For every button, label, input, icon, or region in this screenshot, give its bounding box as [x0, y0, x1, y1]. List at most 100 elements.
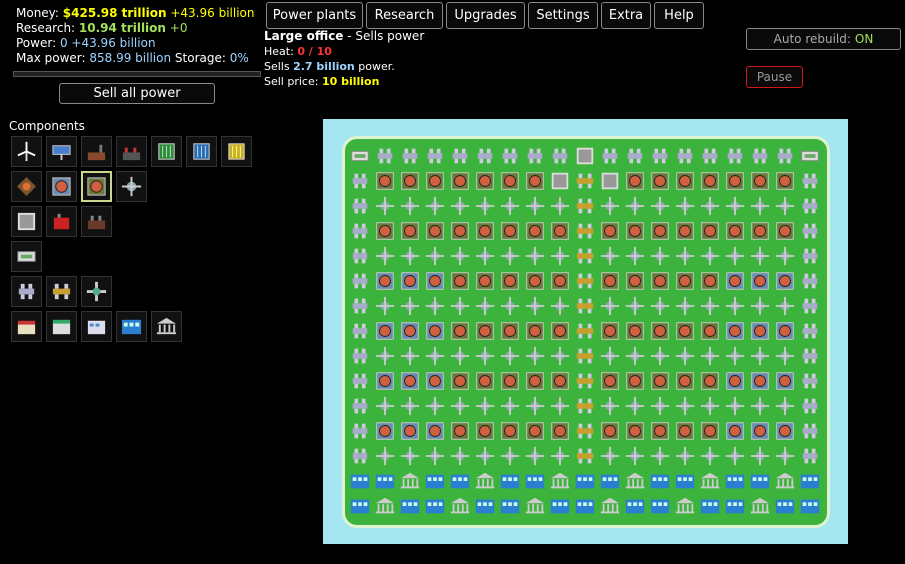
board-cell[interactable]: [574, 170, 596, 192]
board-cell[interactable]: [674, 245, 696, 267]
board-cell[interactable]: [624, 270, 646, 292]
board-cell[interactable]: [774, 245, 796, 267]
board-cell[interactable]: [724, 295, 746, 317]
board-cell[interactable]: [399, 445, 421, 467]
board-cell[interactable]: [724, 270, 746, 292]
component-slot-solar-panel[interactable]: [46, 136, 77, 167]
board-cell[interactable]: [549, 445, 571, 467]
board-cell[interactable]: [499, 270, 521, 292]
board-cell[interactable]: [549, 345, 571, 367]
board-cell[interactable]: [624, 495, 646, 517]
board-cell[interactable]: [724, 145, 746, 167]
board-cell[interactable]: [649, 470, 671, 492]
board-cell[interactable]: [774, 345, 796, 367]
board-cell[interactable]: [774, 295, 796, 317]
tab-extra[interactable]: Extra: [601, 2, 651, 29]
board-cell[interactable]: [549, 145, 571, 167]
board-cell[interactable]: [424, 495, 446, 517]
board-cell[interactable]: [399, 320, 421, 342]
board-cell[interactable]: [649, 320, 671, 342]
board-cell[interactable]: [799, 395, 821, 417]
board-cell[interactable]: [699, 195, 721, 217]
board-cell[interactable]: [499, 470, 521, 492]
board-cell[interactable]: [474, 495, 496, 517]
board-cell[interactable]: [499, 245, 521, 267]
board-cell[interactable]: [499, 220, 521, 242]
board-cell[interactable]: [474, 420, 496, 442]
board-cell[interactable]: [549, 320, 571, 342]
board-cell[interactable]: [349, 145, 371, 167]
board-cell[interactable]: [599, 420, 621, 442]
board-cell[interactable]: [799, 370, 821, 392]
board-cell[interactable]: [649, 195, 671, 217]
auto-rebuild-toggle[interactable]: Auto rebuild: ON: [746, 28, 901, 50]
board-cell[interactable]: [524, 220, 546, 242]
board-cell[interactable]: [774, 170, 796, 192]
board-cell[interactable]: [549, 395, 571, 417]
board-cell[interactable]: [524, 345, 546, 367]
board-cell[interactable]: [599, 445, 621, 467]
component-slot-sign[interactable]: [11, 241, 42, 272]
board-cell[interactable]: [349, 295, 371, 317]
component-slot-small-office[interactable]: [46, 311, 77, 342]
board-cell[interactable]: [424, 145, 446, 167]
board-cell[interactable]: [374, 445, 396, 467]
board-cell[interactable]: [349, 495, 371, 517]
board-cell[interactable]: [699, 370, 721, 392]
board-cell[interactable]: [774, 445, 796, 467]
board-cell[interactable]: [399, 395, 421, 417]
board-cell[interactable]: [349, 420, 371, 442]
board-cell[interactable]: [349, 170, 371, 192]
board-cell[interactable]: [749, 320, 771, 342]
board-cell[interactable]: [524, 395, 546, 417]
board-cell[interactable]: [724, 470, 746, 492]
tab-power-plants[interactable]: Power plants: [266, 2, 363, 29]
board-cell[interactable]: [374, 170, 396, 192]
board-cell[interactable]: [674, 320, 696, 342]
board-cell[interactable]: [499, 370, 521, 392]
board-cell[interactable]: [549, 170, 571, 192]
tab-help[interactable]: Help: [654, 2, 704, 29]
board-cell[interactable]: [574, 270, 596, 292]
board-cell[interactable]: [749, 195, 771, 217]
board-cell[interactable]: [474, 170, 496, 192]
board-cell[interactable]: [674, 270, 696, 292]
board-cell[interactable]: [724, 220, 746, 242]
board-cell[interactable]: [499, 320, 521, 342]
board-cell[interactable]: [574, 145, 596, 167]
board-cell[interactable]: [799, 470, 821, 492]
board-cell[interactable]: [674, 295, 696, 317]
board-cell[interactable]: [349, 370, 371, 392]
board-cell[interactable]: [699, 170, 721, 192]
board-cell[interactable]: [524, 445, 546, 467]
board-cell[interactable]: [799, 295, 821, 317]
board-cell[interactable]: [624, 220, 646, 242]
board-cell[interactable]: [549, 195, 571, 217]
board-cell[interactable]: [399, 220, 421, 242]
board-cell[interactable]: [549, 370, 571, 392]
board-cell[interactable]: [424, 195, 446, 217]
board-cell[interactable]: [599, 220, 621, 242]
board-cell[interactable]: [374, 345, 396, 367]
board-cell[interactable]: [474, 145, 496, 167]
board-cell[interactable]: [424, 170, 446, 192]
board-cell[interactable]: [724, 495, 746, 517]
component-slot-yellow-battery[interactable]: [221, 136, 252, 167]
board-cell[interactable]: [499, 145, 521, 167]
board-cell[interactable]: [399, 245, 421, 267]
board-cell[interactable]: [424, 370, 446, 392]
board-cell[interactable]: [399, 170, 421, 192]
board-cell[interactable]: [574, 395, 596, 417]
board-cell[interactable]: [474, 245, 496, 267]
board-cell[interactable]: [724, 420, 746, 442]
board-cell[interactable]: [624, 445, 646, 467]
component-slot-wall[interactable]: [11, 206, 42, 237]
board-cell[interactable]: [399, 495, 421, 517]
board-cell[interactable]: [699, 395, 721, 417]
component-slot-red-generator[interactable]: [46, 206, 77, 237]
board-cell[interactable]: [649, 145, 671, 167]
board-cell[interactable]: [774, 495, 796, 517]
board-cell[interactable]: [699, 245, 721, 267]
board-cell[interactable]: [474, 195, 496, 217]
board-cell[interactable]: [474, 320, 496, 342]
